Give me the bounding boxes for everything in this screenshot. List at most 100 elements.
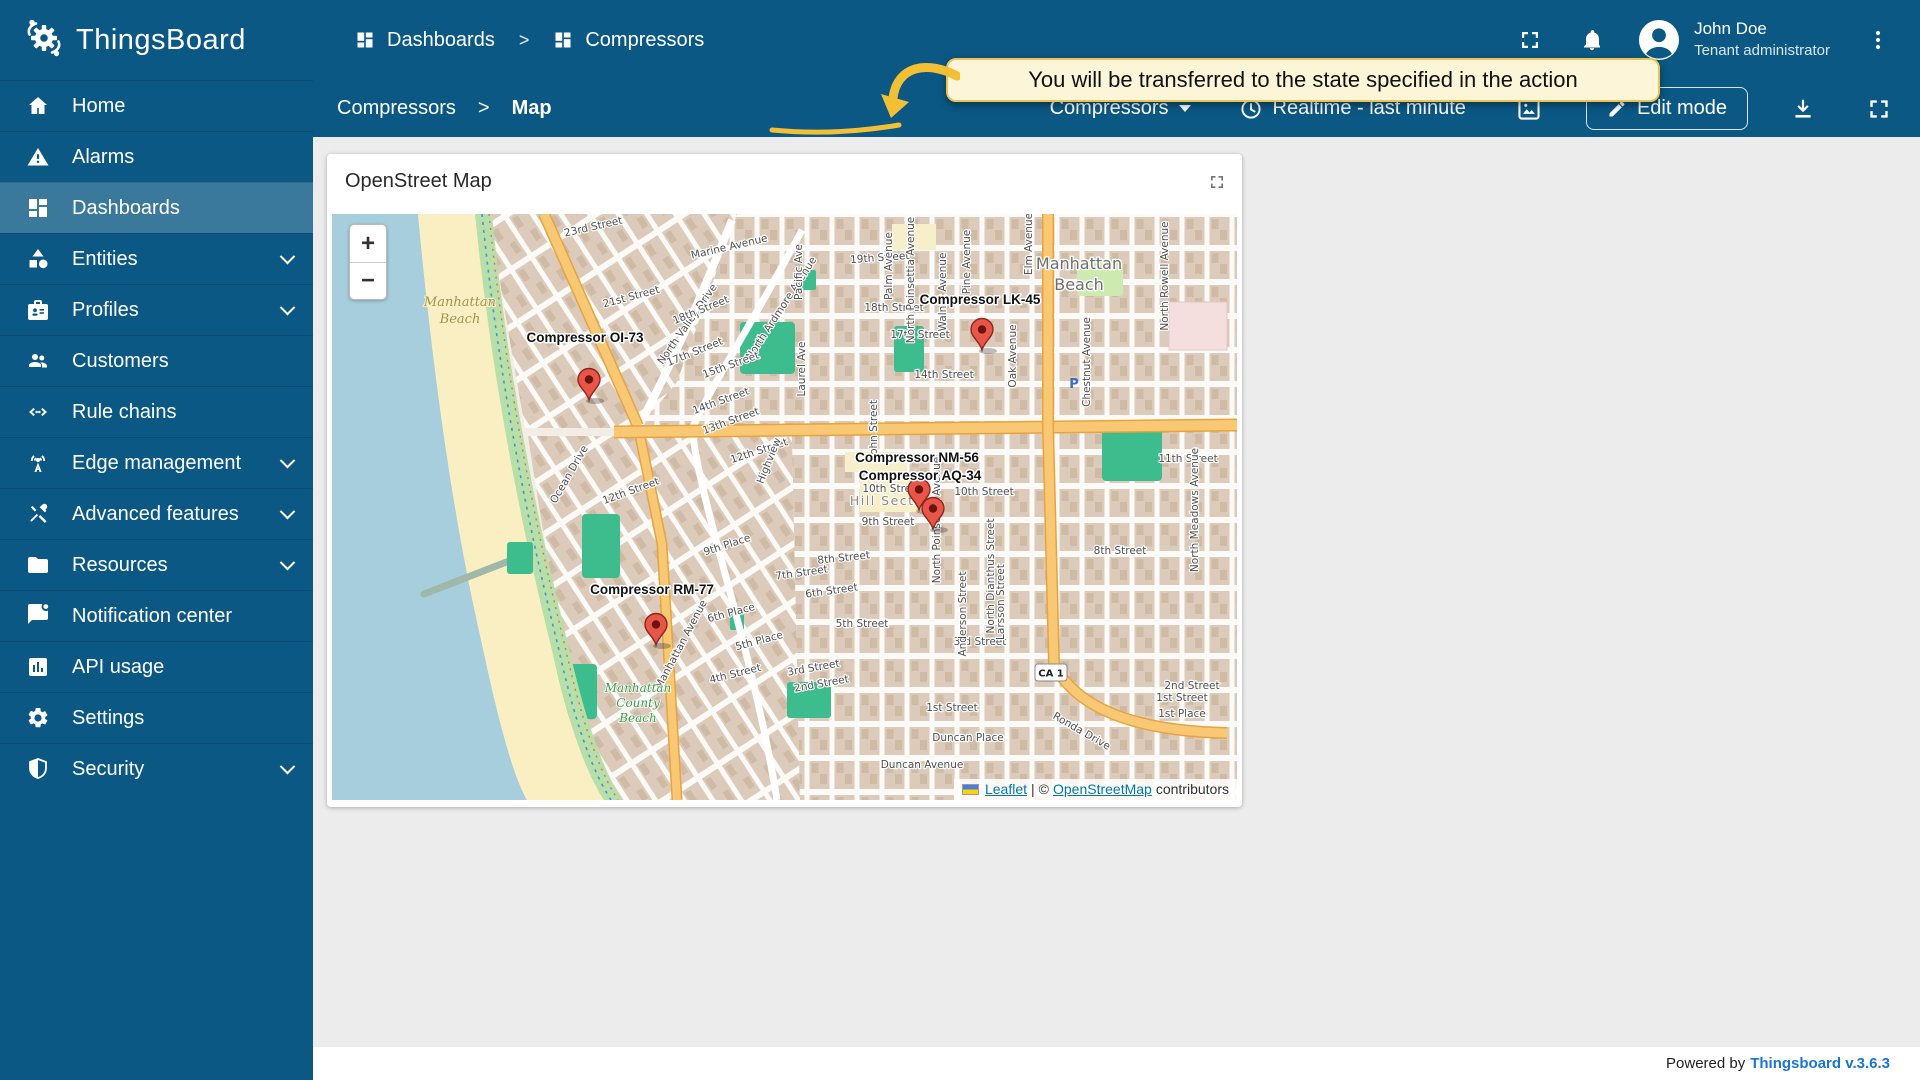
sidebar-item[interactable]: Advanced features — [0, 488, 313, 539]
app-title: ThingsBoard — [76, 23, 246, 56]
download-icon[interactable] — [1790, 96, 1816, 122]
sidebar: ThingsBoard Home Alarms Dashboards Entit… — [0, 0, 313, 1080]
tooltip-arrow-icon — [881, 63, 960, 118]
street-label: Chestnut Avenue — [1081, 317, 1093, 407]
fullscreen-icon[interactable] — [1866, 96, 1892, 122]
sidebar-item[interactable]: Notification center — [0, 590, 313, 641]
sidebar-item-label: Dashboards — [72, 196, 180, 219]
breadcrumb-separator: > — [518, 29, 530, 50]
map-widget-card: OpenStreet Map CA 1 P 23rd Street Marine… — [327, 154, 1242, 807]
street-label: 10th Street — [954, 486, 1013, 498]
state-current[interactable]: Map — [512, 97, 552, 120]
sidebar-item[interactable]: Resources — [0, 539, 313, 590]
street-label: 9th Street — [862, 516, 915, 528]
more-menu-icon[interactable] — [1866, 28, 1890, 52]
header-actions: John Doe Tenant administrator — [1518, 18, 1890, 61]
state-breadcrumb: Compressors > Map — [313, 97, 552, 120]
widget-header: OpenStreet Map — [327, 154, 1242, 209]
rule-chains-icon — [26, 400, 50, 424]
security-icon — [26, 757, 50, 781]
street-label: North Poinsettia Avenue — [905, 217, 917, 344]
zoom-out-button[interactable]: − — [350, 262, 386, 299]
map-attribution: Leaflet | © OpenStreetMap contributors — [953, 779, 1237, 800]
customers-icon — [26, 349, 50, 373]
fullscreen-icon[interactable] — [1518, 28, 1542, 52]
sidebar-item-label: Customers — [72, 349, 169, 372]
thingsboard-version-link[interactable]: Thingsboard v.3.6.3 — [1750, 1055, 1890, 1072]
street-label: Larsson Street — [995, 564, 1007, 640]
widget-title: OpenStreet Map — [345, 170, 492, 192]
powered-by-text: Powered by — [1666, 1055, 1746, 1072]
sidebar-item-label: Home — [72, 94, 126, 117]
marker-label: Compressor NM-56 — [855, 450, 979, 465]
user-role: Tenant administrator — [1694, 42, 1830, 60]
sidebar-item-label: Edge management — [72, 451, 242, 474]
state-root[interactable]: Compressors — [337, 97, 456, 120]
sidebar-item[interactable]: Settings — [0, 692, 313, 743]
sidebar-item-label: Security — [72, 757, 145, 780]
zoom-in-button[interactable]: + — [350, 225, 386, 262]
map-zoom-control: + − — [349, 224, 387, 300]
map-underline-swoosh — [769, 122, 902, 135]
breadcrumb: Dashboards > Compressors — [313, 29, 704, 52]
sidebar-item-label: Notification center — [72, 604, 233, 627]
sidebar-item[interactable]: Customers — [0, 335, 313, 386]
street-label: 14th Street — [914, 369, 973, 381]
sidebar-item[interactable]: Alarms — [0, 131, 313, 182]
dashboard-canvas: OpenStreet Map CA 1 P 23rd Street Marine… — [313, 137, 1920, 1047]
street-label: Duncan Avenue — [881, 759, 964, 771]
sidebar-item[interactable]: Security — [0, 743, 313, 794]
leaflet-link[interactable]: Leaflet — [985, 781, 1027, 797]
profiles-icon — [26, 298, 50, 322]
sidebar-item[interactable]: Profiles — [0, 284, 313, 335]
user-name: John Doe — [1694, 19, 1767, 39]
marker-label: Compressor AQ-34 — [859, 468, 982, 483]
thingsboard-gear-icon — [22, 16, 66, 65]
ukraine-flag-icon — [961, 783, 979, 795]
main-area: Dashboards > Compressors John Doe Tenant… — [313, 0, 1920, 1080]
sidebar-item-label: Resources — [72, 553, 168, 576]
avatar[interactable] — [1638, 19, 1680, 61]
dashboards-grid-icon — [555, 32, 571, 48]
sidebar-item[interactable]: API usage — [0, 641, 313, 692]
chevron-down-icon — [279, 503, 296, 519]
sidebar-item[interactable]: Rule chains — [0, 386, 313, 437]
street-label: 11th Street — [1158, 453, 1217, 465]
entities-icon — [26, 247, 50, 271]
sidebar-item[interactable]: Dashboards — [0, 182, 313, 233]
osm-link[interactable]: OpenStreetMap — [1053, 781, 1152, 797]
street-label: Pacific Ave — [793, 244, 805, 300]
street-label: Palm Avenue — [883, 232, 895, 300]
chevron-down-icon — [279, 554, 296, 570]
dashboards-grid-icon — [357, 32, 373, 48]
widget-fullscreen-icon[interactable] — [1208, 173, 1226, 191]
street-label: Elm Avenue — [1023, 214, 1035, 275]
sidebar-item[interactable]: Entities — [0, 233, 313, 284]
route-shield: CA 1 — [1034, 663, 1068, 682]
sidebar-item-label: Alarms — [72, 145, 135, 168]
leaflet-map[interactable]: CA 1 P 23rd Street Marine Avenue 21st Stre… — [332, 214, 1237, 800]
breadcrumb-dashboards[interactable]: Dashboards — [355, 29, 495, 52]
chevron-down-icon — [279, 452, 296, 468]
state-separator: > — [477, 97, 490, 119]
app-logo[interactable]: ThingsBoard — [0, 0, 313, 80]
sidebar-item-label: Rule chains — [72, 400, 177, 423]
street-label: 1st Street — [926, 702, 978, 714]
sidebar-item[interactable]: Edge management — [0, 437, 313, 488]
notifications-bell-icon[interactable] — [1580, 28, 1604, 52]
dashboards-icon — [26, 196, 50, 220]
breadcrumb-compressors[interactable]: Compressors — [553, 29, 704, 52]
chevron-down-icon — [279, 248, 296, 264]
street-label: 2nd Street — [1164, 680, 1219, 692]
marker-label: Compressor OI-73 — [526, 330, 644, 345]
action-tooltip: You will be transferred to the state spe… — [946, 58, 1660, 102]
edge-management-icon — [26, 451, 50, 475]
sidebar-item[interactable]: Home — [0, 80, 313, 131]
resources-icon — [26, 553, 50, 577]
user-menu[interactable]: John Doe Tenant administrator — [1694, 18, 1830, 61]
footer: Powered by Thingsboard v.3.6.3 — [313, 1047, 1920, 1080]
street-label: 5th Street — [836, 618, 889, 630]
openstreetmap-canvas[interactable]: CA 1 P 23rd StreetMarine Avenue21st Stre… — [332, 214, 1237, 800]
alarms-icon — [26, 145, 50, 169]
sidebar-item-label: Profiles — [72, 298, 139, 321]
